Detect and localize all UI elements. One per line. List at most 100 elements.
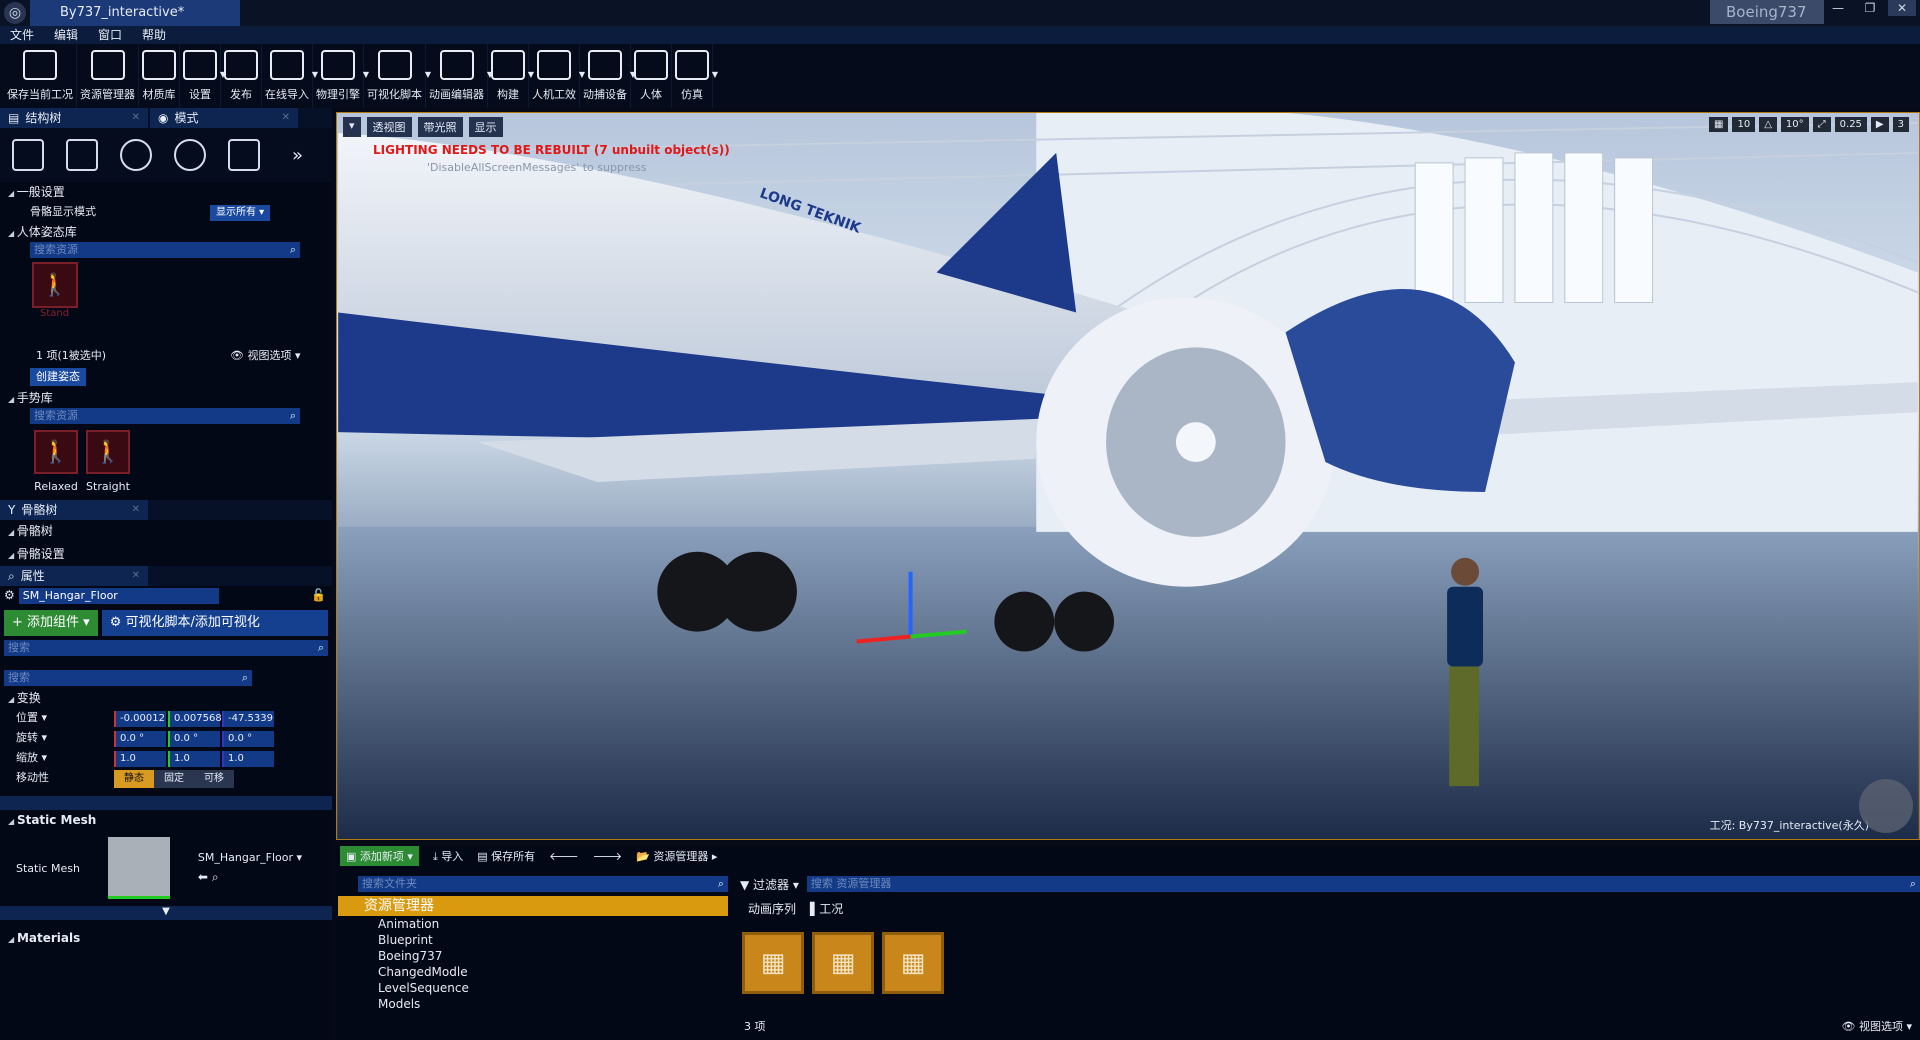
folder-search-input[interactable]: 搜索文件夹 ⌕ bbox=[358, 876, 728, 892]
lighting-button[interactable]: 带光照 bbox=[417, 117, 463, 137]
browse-icon[interactable]: ⌕ bbox=[212, 870, 219, 884]
grid-snap-icon[interactable]: ▦ bbox=[1709, 117, 1729, 132]
close-button[interactable]: ✕ bbox=[1888, 0, 1916, 16]
mobility-static[interactable]: 静态 bbox=[114, 770, 154, 788]
rotation-y[interactable]: 0.0 ° bbox=[168, 731, 220, 747]
add-new-button[interactable]: ▣ 添加新项 ▾ bbox=[340, 846, 419, 866]
section-static-mesh[interactable]: Static Mesh bbox=[0, 810, 332, 830]
pose-search-input[interactable]: 搜索资源 ⌕ bbox=[30, 242, 300, 258]
toolbar-ergonomics-button[interactable]: 人机工效 ▼ bbox=[529, 44, 585, 108]
lock-icon[interactable]: 🔓 bbox=[311, 588, 326, 608]
folder-path[interactable]: 📂 资源管理器 ▸ bbox=[636, 848, 717, 864]
back-arrow-icon[interactable]: 🡐 bbox=[549, 849, 579, 863]
filter-dropdown[interactable]: ▼ 过滤器 ▾ bbox=[740, 876, 799, 892]
section-pose-library[interactable]: 人体姿态库 bbox=[0, 222, 332, 242]
menu-window[interactable]: 窗口 bbox=[98, 26, 122, 44]
import-button[interactable]: ⤓ 导入 bbox=[433, 848, 463, 864]
viewport-menu-button[interactable]: ▾ bbox=[343, 117, 361, 137]
menu-edit[interactable]: 编辑 bbox=[54, 26, 78, 44]
asset-tile[interactable]: ▦ bbox=[742, 932, 804, 994]
location-z[interactable]: -47.5339 bbox=[222, 711, 274, 727]
location-x[interactable]: -0.00012 bbox=[114, 711, 166, 727]
chevron-right-icon[interactable]: » bbox=[292, 145, 303, 166]
tab-modes[interactable]: ◉ 模式 ✕ bbox=[150, 108, 300, 128]
component-search[interactable]: 搜索 ⌕ bbox=[4, 640, 328, 656]
maximize-button[interactable]: ❐ bbox=[1856, 0, 1884, 16]
tab-structure-tree[interactable]: ▤ 结构树 ✕ bbox=[0, 108, 150, 128]
toolbar-clapper-button[interactable]: 动画编辑器 ▼ bbox=[426, 44, 493, 108]
mesh-dropdown[interactable]: SM_Hangar_Floor ▾ bbox=[198, 851, 302, 864]
scale-z[interactable]: 1.0 bbox=[222, 751, 274, 767]
eye-icon[interactable] bbox=[120, 139, 152, 171]
mobility-movable[interactable]: 可移 bbox=[194, 770, 234, 788]
root-folder[interactable]: 资源管理器 bbox=[338, 896, 728, 916]
3d-viewport[interactable]: ▾ 透视图 带光照 显示 LIGHTING NEEDS TO BE REBUIL… bbox=[336, 112, 1920, 840]
mobility-stationary[interactable]: 固定 bbox=[154, 770, 194, 788]
rotate-snap-value[interactable]: 10° bbox=[1780, 117, 1809, 132]
toolbar-build-button[interactable]: 构建 ▼ bbox=[488, 44, 534, 108]
actor-name-field[interactable]: SM_Hangar_Floor bbox=[18, 588, 219, 604]
grid-snap-value[interactable]: 10 bbox=[1732, 117, 1756, 132]
folder-item[interactable]: Blueprint bbox=[338, 932, 728, 948]
document-tab[interactable]: By737_interactive* bbox=[30, 0, 240, 26]
geometry-box-icon[interactable] bbox=[228, 139, 260, 171]
section-materials[interactable]: Materials bbox=[0, 928, 332, 948]
dropdown-caret-icon[interactable]: ▼ bbox=[712, 70, 718, 79]
rotation-x[interactable]: 0.0 ° bbox=[114, 731, 166, 747]
tab-skeleton-tree[interactable]: Y 骨骼树 ✕ bbox=[0, 500, 150, 520]
close-tab-icon[interactable]: ✕ bbox=[282, 108, 290, 128]
menu-file[interactable]: 文件 bbox=[10, 26, 34, 44]
camera-speed-value[interactable]: 3 bbox=[1892, 117, 1909, 132]
tree-foliage-icon[interactable] bbox=[174, 139, 206, 171]
cube-stack-icon[interactable] bbox=[12, 139, 44, 171]
pose-thumb-stand[interactable]: 🚶 bbox=[32, 262, 78, 308]
section-skeleton-settings[interactable]: 骨骼设置 bbox=[0, 543, 332, 566]
toolbar-physics-button[interactable]: 物理引擎 ▼ bbox=[313, 44, 369, 108]
perspective-button[interactable]: 透视图 bbox=[366, 117, 412, 137]
close-tab-icon[interactable]: ✕ bbox=[132, 108, 140, 128]
menu-help[interactable]: 帮助 bbox=[142, 26, 166, 44]
asset-tile[interactable]: ▦ bbox=[882, 932, 944, 994]
close-tab-icon[interactable]: ✕ bbox=[132, 500, 140, 520]
property-search[interactable]: 搜索 ⌕ bbox=[4, 670, 252, 686]
show-all-dropdown[interactable]: 显示所有 ▾ bbox=[210, 205, 271, 221]
asset-search-input[interactable]: 搜索 资源管理器 ⌕ bbox=[806, 876, 1920, 892]
toolbar-mocap-button[interactable]: 动捕设备 ▼ bbox=[580, 44, 636, 108]
content-view-options[interactable]: 👁 视图选项 ▾ bbox=[1842, 1018, 1913, 1034]
rotation-z[interactable]: 0.0 ° bbox=[222, 731, 274, 747]
forward-arrow-icon[interactable]: 🡒 bbox=[593, 849, 623, 863]
toolbar-gear-button[interactable]: 设置 ▼ bbox=[180, 44, 226, 108]
landscape-icon[interactable] bbox=[66, 139, 98, 171]
asset-tile[interactable]: ▦ bbox=[812, 932, 874, 994]
folder-item[interactable]: Models bbox=[338, 996, 728, 1012]
rotate-snap-icon[interactable]: △ bbox=[1759, 117, 1777, 132]
folder-item[interactable]: Animation bbox=[338, 916, 728, 932]
scale-y[interactable]: 1.0 bbox=[168, 751, 220, 767]
toolbar-palette-button[interactable]: 材质库 bbox=[139, 44, 180, 108]
vr-gear-icon[interactable] bbox=[1859, 779, 1913, 833]
toolbar-human-button[interactable]: 人体 bbox=[631, 44, 672, 108]
gesture-item[interactable]: 🚶 Relaxed bbox=[34, 430, 78, 498]
toolbar-package-button[interactable]: 发布 bbox=[221, 44, 262, 108]
gesture-search-input[interactable]: 搜索资源 ⌕ bbox=[30, 408, 300, 424]
show-button[interactable]: 显示 bbox=[468, 117, 503, 137]
scale-snap-value[interactable]: 0.25 bbox=[1834, 117, 1867, 132]
camera-speed-icon[interactable]: ▶ bbox=[1870, 117, 1889, 132]
gesture-item[interactable]: 🚶 Straight bbox=[86, 430, 130, 498]
blueprint-button[interactable]: ⚙ 可视化脚本/添加可视化 bbox=[101, 610, 328, 636]
arrow-left-icon[interactable]: ⬅ bbox=[198, 870, 208, 884]
tab-properties[interactable]: ⌕ 属性 ✕ bbox=[0, 566, 150, 586]
create-pose-button[interactable]: 创建姿态 bbox=[30, 368, 86, 386]
scale-snap-icon[interactable]: ⤢ bbox=[1812, 117, 1831, 132]
location-y[interactable]: 0.007568 bbox=[168, 711, 222, 727]
expand-arrow-icon[interactable]: ▼ bbox=[0, 906, 332, 920]
scale-x[interactable]: 1.0 bbox=[114, 751, 166, 767]
toolbar-blueprint-button[interactable]: 可视化脚本 ▼ bbox=[364, 44, 431, 108]
folder-item[interactable]: ChangedModle bbox=[338, 964, 728, 980]
folder-item[interactable]: LevelSequence bbox=[338, 980, 728, 996]
section-skeleton-tree[interactable]: 骨骼树 bbox=[0, 520, 332, 543]
toolbar-save-button[interactable]: 保存当前工况 bbox=[4, 44, 77, 108]
save-all-button[interactable]: ▤ 保存所有 bbox=[477, 848, 535, 864]
ue-logo-icon[interactable]: ◎ bbox=[4, 2, 26, 24]
folder-item[interactable]: Boeing737 bbox=[338, 948, 728, 964]
